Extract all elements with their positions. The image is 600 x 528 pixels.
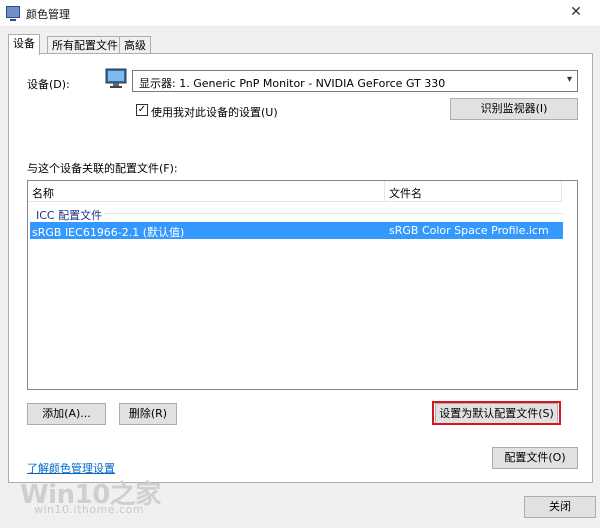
- highlight-frame: [432, 401, 561, 425]
- list-item[interactable]: sRGB IEC61966-2.1 (默认值) sRGB Color Space…: [30, 222, 563, 239]
- column-separator-end: [561, 181, 562, 201]
- group-divider: [104, 213, 563, 214]
- list-header: 名称 文件名: [28, 181, 563, 202]
- tab-advanced[interactable]: 高级: [119, 36, 151, 54]
- window-title: 颜色管理: [26, 8, 70, 21]
- profile-name: sRGB IEC61966-2.1 (默认值): [32, 226, 185, 239]
- profiles-list[interactable]: 名称 文件名 ICC 配置文件 sRGB IEC61966-2.1 (默认值) …: [27, 180, 578, 390]
- monitor-icon: [105, 68, 127, 88]
- remove-button[interactable]: 删除(R): [119, 403, 177, 425]
- color-management-icon: [6, 6, 20, 21]
- column-header-filename[interactable]: 文件名: [389, 185, 422, 201]
- column-header-name[interactable]: 名称: [32, 185, 54, 201]
- device-select-value: 显示器: 1. Generic PnP Monitor - NVIDIA GeF…: [139, 77, 446, 90]
- profile-filename: sRGB Color Space Profile.icm: [389, 224, 549, 237]
- use-my-settings-checkbox[interactable]: ✓: [136, 104, 148, 116]
- group-label-icc: ICC 配置文件: [36, 209, 103, 222]
- profiles-section-label: 与这个设备关联的配置文件(F):: [27, 162, 178, 175]
- chevron-down-icon: ▾: [566, 74, 572, 85]
- window-close-icon[interactable]: ✕: [556, 0, 596, 24]
- title-bar: 颜色管理 ✕: [0, 0, 600, 27]
- device-label: 设备(D):: [27, 78, 70, 91]
- use-my-settings-label: 使用我对此设备的设置(U): [151, 106, 278, 119]
- column-separator: [384, 181, 385, 201]
- add-button[interactable]: 添加(A)...: [27, 403, 106, 425]
- tab-device[interactable]: 设备: [8, 34, 40, 55]
- profiles-button[interactable]: 配置文件(O): [492, 447, 578, 469]
- watermark-url: win10.ithome.com: [34, 503, 145, 516]
- tab-all-profiles[interactable]: 所有配置文件: [47, 36, 123, 54]
- device-select[interactable]: 显示器: 1. Generic PnP Monitor - NVIDIA GeF…: [132, 70, 578, 92]
- identify-monitors-button[interactable]: 识别监视器(I): [450, 98, 578, 120]
- close-button[interactable]: 关闭: [524, 496, 596, 518]
